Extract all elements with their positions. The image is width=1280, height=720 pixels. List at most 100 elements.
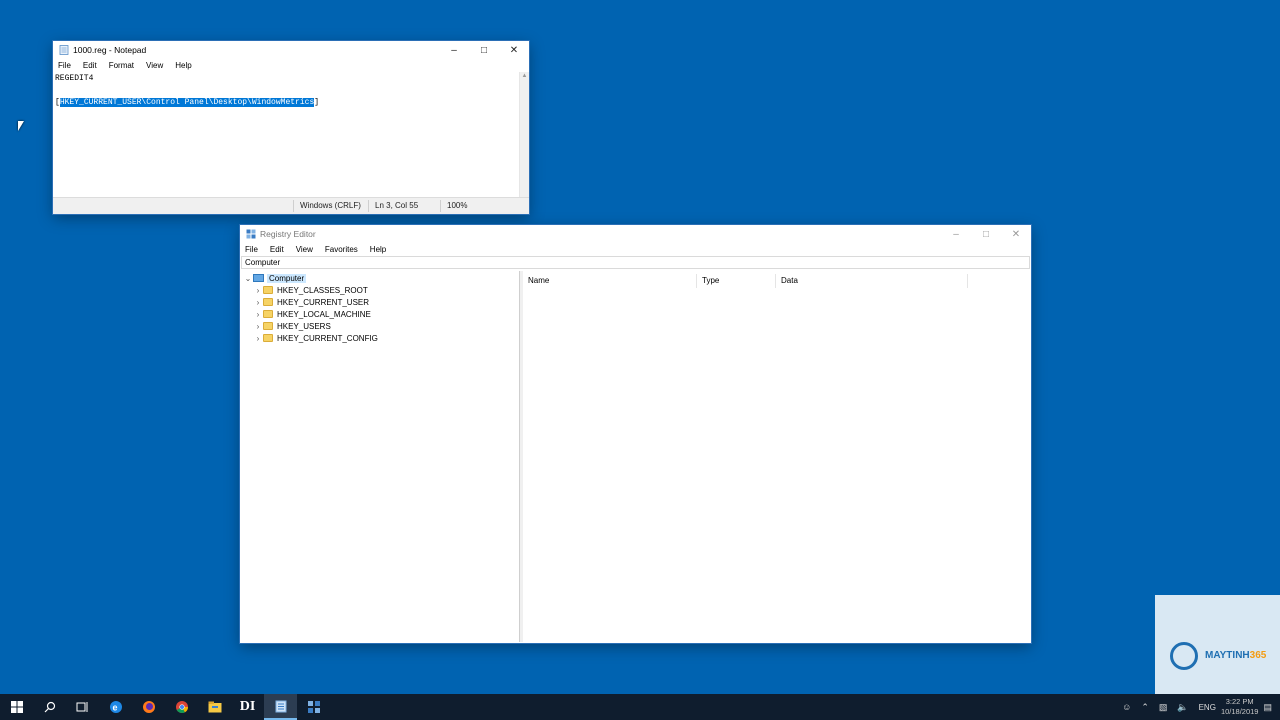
network-icon[interactable]: ▧ <box>1159 702 1168 713</box>
firefox-icon <box>142 701 155 713</box>
minimize-button[interactable]: – <box>941 225 971 243</box>
tree-label: HKEY_USERS <box>277 321 331 331</box>
di-app-icon: DI <box>239 699 256 714</box>
text-line-1: REGEDIT4 <box>55 74 94 83</box>
vertical-scrollbar[interactable]: ▲ <box>519 72 529 204</box>
taskbar-regedit[interactable] <box>297 694 330 720</box>
folder-icon <box>263 322 273 330</box>
task-view-button[interactable] <box>66 694 99 720</box>
text-line-2 <box>55 85 517 97</box>
notepad-icon <box>275 700 286 712</box>
menu-view[interactable]: View <box>144 61 165 70</box>
minimize-button[interactable]: – <box>439 41 469 59</box>
close-button[interactable]: ✕ <box>499 41 529 59</box>
menu-file[interactable]: File <box>243 245 260 254</box>
system-tray: ☺ ⌃ ▧ 🔈 ENG 3:22 PM 10/18/2019 ▤ <box>1117 694 1280 720</box>
folder-icon <box>263 334 273 342</box>
values-list: Name Type Data <box>523 271 1030 642</box>
taskbar-chrome[interactable] <box>165 694 198 720</box>
column-header-name[interactable]: Name <box>523 274 697 288</box>
close-button[interactable]: ✕ <box>1001 225 1031 243</box>
status-line-ending: Windows (CRLF) <box>293 200 368 212</box>
notepad-title: 1000.reg - Notepad <box>73 45 147 55</box>
menu-view[interactable]: View <box>294 245 315 254</box>
taskbar-edge[interactable]: e <box>99 694 132 720</box>
notepad-menubar: File Edit Format View Help <box>53 59 529 72</box>
notepad-text-area[interactable]: REGEDIT4 [HKEY_CURRENT_USER\Control Pane… <box>53 72 519 204</box>
chevron-up-icon[interactable]: ⌃ <box>1141 702 1149 713</box>
edge-icon: e <box>109 701 122 713</box>
scroll-up-icon[interactable]: ▲ <box>520 72 529 81</box>
people-icon[interactable]: ☺ <box>1122 702 1131 712</box>
search-icon <box>44 701 55 713</box>
start-button[interactable] <box>0 694 33 720</box>
menu-file[interactable]: File <box>56 61 73 70</box>
taskbar-firefox[interactable] <box>132 694 165 720</box>
language-indicator[interactable]: ENG <box>1199 703 1216 712</box>
tree-item-hkey-users[interactable]: › HKEY_USERS <box>253 320 331 332</box>
search-button[interactable] <box>33 694 66 720</box>
chrome-icon <box>175 701 188 714</box>
tree-label: HKEY_CURRENT_USER <box>277 297 370 307</box>
folder-icon <box>263 310 273 318</box>
notification-icon[interactable]: ▤ <box>1263 702 1272 713</box>
tree-label: Computer <box>267 273 307 283</box>
folder-icon <box>263 286 273 294</box>
tree-label: HKEY_LOCAL_MACHINE <box>277 309 371 319</box>
chevron-right-icon[interactable]: › <box>253 334 263 343</box>
status-position: Ln 3, Col 55 <box>368 200 440 212</box>
notepad-titlebar[interactable]: 1000.reg - Notepad – □ ✕ <box>53 41 529 59</box>
taskbar-file-explorer[interactable] <box>198 694 231 720</box>
tree-item-hkey-current-config[interactable]: › HKEY_CURRENT_CONFIG <box>253 332 378 344</box>
chevron-right-icon[interactable]: › <box>253 298 263 307</box>
tree-label: HKEY_CLASSES_ROOT <box>277 285 368 295</box>
text-line-3: [HKEY_CURRENT_USER\Control Panel\Desktop… <box>55 98 320 107</box>
menu-edit[interactable]: Edit <box>268 245 286 254</box>
taskbar: e DI ☺ ⌃ ▧ 🔈 ENG 3:22 PM 10/18/2019 ▤ <box>0 694 1280 720</box>
file-explorer-icon <box>208 701 221 713</box>
registry-tree: ⌄ Computer › HKEY_CLASSES_ROOT › HKEY_CU… <box>240 271 520 642</box>
menu-format[interactable]: Format <box>107 61 136 70</box>
regedit-title: Registry Editor <box>260 229 316 239</box>
regedit-titlebar[interactable]: Registry Editor – □ ✕ <box>240 225 1031 243</box>
maximize-button[interactable]: □ <box>971 225 1001 243</box>
watermark-brand: MAYTINH365 <box>1205 650 1267 661</box>
clock[interactable]: 3:22 PM 10/18/2019 <box>1221 697 1259 717</box>
column-header-data[interactable]: Data <box>776 274 968 288</box>
clock-date: 10/18/2019 <box>1220 707 1259 716</box>
notepad-window[interactable]: 1000.reg - Notepad – □ ✕ File Edit Forma… <box>53 41 529 214</box>
notepad-statusbar: Windows (CRLF) Ln 3, Col 55 100% <box>53 197 529 214</box>
tree-item-hkey-local-machine[interactable]: › HKEY_LOCAL_MACHINE <box>253 308 371 320</box>
selected-text: HKEY_CURRENT_USER\Control Panel\Desktop\… <box>59 98 315 107</box>
chevron-right-icon[interactable]: › <box>253 310 263 319</box>
task-view-icon <box>76 702 88 712</box>
logo-icon <box>1170 642 1198 670</box>
tree-item-hkey-current-user[interactable]: › HKEY_CURRENT_USER <box>253 296 369 308</box>
menu-favorites[interactable]: Favorites <box>323 245 360 254</box>
column-header-type[interactable]: Type <box>697 274 776 288</box>
svg-text:e: e <box>112 703 117 713</box>
status-zoom: 100% <box>440 200 487 212</box>
tree-label: HKEY_CURRENT_CONFIG <box>277 333 378 343</box>
chevron-down-icon[interactable]: ⌄ <box>243 274 253 283</box>
registry-editor-window[interactable]: Registry Editor – □ ✕ File Edit View Fav… <box>240 225 1031 643</box>
volume-icon[interactable]: 🔈 <box>1177 702 1188 713</box>
folder-icon <box>263 298 273 306</box>
column-headers: Name Type Data <box>523 274 968 288</box>
tree-item-hkey-classes-root[interactable]: › HKEY_CLASSES_ROOT <box>253 284 368 296</box>
chevron-right-icon[interactable]: › <box>253 286 263 295</box>
menu-edit[interactable]: Edit <box>81 61 99 70</box>
address-bar[interactable]: Computer <box>241 256 1030 269</box>
regedit-icon <box>246 229 256 239</box>
clock-time: 3:22 PM <box>1225 697 1254 706</box>
taskbar-di-app[interactable]: DI <box>231 694 264 720</box>
menu-help[interactable]: Help <box>173 61 193 70</box>
tree-item-computer[interactable]: ⌄ Computer <box>243 272 307 284</box>
chevron-right-icon[interactable]: › <box>253 322 263 331</box>
start-icon <box>10 701 23 713</box>
maximize-button[interactable]: □ <box>469 41 499 59</box>
menu-help[interactable]: Help <box>368 245 388 254</box>
regedit-icon <box>307 701 320 713</box>
taskbar-notepad[interactable] <box>264 694 297 720</box>
notepad-icon <box>59 45 69 55</box>
